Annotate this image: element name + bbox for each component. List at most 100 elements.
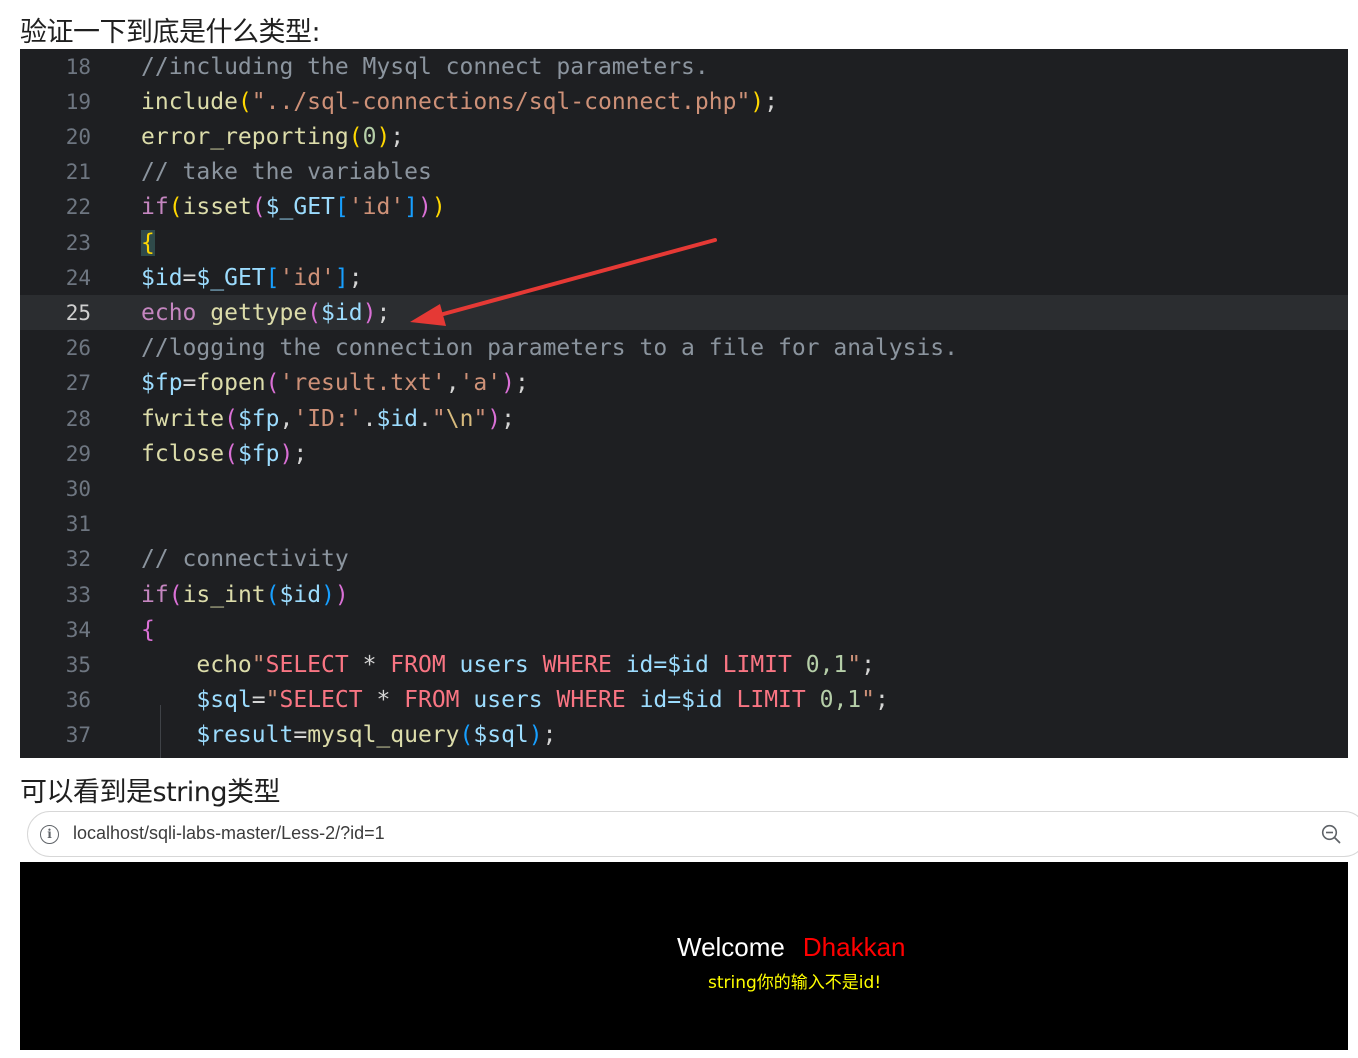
line-number: 26 [65, 336, 91, 361]
line-number: 21 [65, 160, 91, 185]
welcome-name: Dhakkan [802, 932, 906, 962]
code-token: = [293, 722, 308, 749]
code-token: " [265, 687, 280, 714]
line-code: if(isset($_GET['id'])) [141, 194, 446, 220]
code-token: , [279, 405, 294, 432]
code-line: 21 // take the variables [20, 155, 1348, 190]
code-line: 36 $sql="SELECT * FROM users WHERE id=$i… [20, 683, 1348, 718]
welcome-text: Welcome Dhakkan [677, 932, 906, 963]
line-number: 32 [65, 547, 91, 572]
code-token: users [459, 687, 557, 714]
code-token: FROM [390, 651, 446, 678]
code-token: 'result.txt' [279, 370, 446, 397]
line-number: 35 [65, 652, 91, 677]
code-token: $id [376, 405, 419, 432]
code-token: \n [445, 405, 474, 432]
welcome-word: Welcome [677, 932, 785, 962]
code-token: 0,1 [791, 651, 848, 678]
code-line: 22 if(isset($_GET['id'])) [20, 190, 1348, 225]
code-line: 24 $id=$_GET['id']; [20, 260, 1348, 295]
code-token: LIMIT [736, 687, 806, 714]
code-token: " [847, 651, 862, 678]
code-token: // take the variables [141, 159, 432, 186]
code-token: LIMIT [722, 651, 792, 678]
code-token: include [141, 88, 238, 115]
line-code: include("../sql-connections/sql-connect.… [141, 89, 778, 115]
line-code: //including the Mysql connect parameters… [141, 54, 709, 80]
code-token: $_GET [196, 264, 266, 291]
rendered-page: Welcome Dhakkan string你的输入不是id! [20, 862, 1348, 1050]
code-token: 'ID:' [293, 405, 363, 432]
code-token: " [861, 687, 875, 714]
code-line: 27 $fp=fopen('result.txt','a'); [20, 366, 1348, 401]
code-token: WHERE [556, 687, 626, 714]
code-token: ) [362, 299, 377, 326]
code-token: ( [251, 194, 266, 221]
line-code: { [141, 617, 155, 643]
code-token: ( [168, 581, 183, 608]
code-token: FROM [404, 687, 460, 714]
code-token: error_reporting [141, 123, 349, 150]
code-token: $_GET [265, 194, 335, 221]
code-token: if [141, 581, 169, 608]
code-token: ( [237, 88, 252, 115]
zoom-out-icon[interactable] [1321, 824, 1341, 844]
code-token: . [418, 405, 432, 432]
code-token: //logging the connection parameters to a… [141, 335, 958, 362]
code-token: { [141, 616, 155, 643]
code-token: = [182, 264, 197, 291]
code-token: ( [265, 581, 280, 608]
info-icon[interactable]: i [40, 825, 59, 844]
code-line: 19 include("../sql-connections/sql-connec… [20, 84, 1348, 119]
line-number: 24 [65, 265, 91, 290]
code-token: ) [487, 405, 502, 432]
code-token: . [362, 405, 377, 432]
code-token: ] [404, 194, 419, 221]
result-message: string你的输入不是id! [708, 973, 882, 993]
code-token: ) [418, 194, 432, 221]
line-number: 31 [65, 512, 91, 537]
code-token: mysql_query [307, 722, 460, 749]
line-number: 33 [65, 582, 91, 607]
code-token: ; [390, 123, 405, 150]
code-line: 32 // connectivity [20, 542, 1348, 577]
code-token: 'id' [348, 194, 405, 221]
code-token: " [251, 651, 266, 678]
code-line: 28 fwrite($fp,'ID:'.$id."\n"); [20, 401, 1348, 436]
code-token: ( [348, 123, 363, 150]
line-number: 36 [65, 688, 91, 713]
code-token: ) [528, 722, 543, 749]
line-number: 25 [65, 300, 91, 325]
line-code: echo gettype($id); [141, 300, 390, 326]
line-code: $result=mysql_query($sql); [141, 722, 556, 748]
code-token: ; [348, 264, 363, 291]
code-token: * [362, 687, 405, 714]
code-editor-screenshot: 18 //including the Mysql connect paramete… [20, 49, 1348, 758]
line-code: fwrite($fp,'ID:'.$id."\n"); [141, 406, 515, 432]
code-token: echo [141, 651, 252, 678]
code-token: [ [265, 264, 280, 291]
line-number: 23 [65, 230, 91, 255]
code-token: 'a' [459, 370, 502, 397]
address-url[interactable]: localhost/sqli-labs-master/Less-2/?id=1 [73, 823, 385, 844]
code-token: ) [376, 123, 391, 150]
line-code: echo"SELECT * FROM users WHERE id=$id LI… [141, 652, 875, 678]
code-token: // connectivity [141, 546, 349, 573]
code-token: ; [764, 88, 779, 115]
browser-address-bar[interactable]: i localhost/sqli-labs-master/Less-2/?id=… [27, 811, 1358, 857]
code-token: "../sql-connections/sql-connect.php" [251, 88, 751, 115]
code-token: fclose [141, 440, 225, 467]
code-token: ; [376, 299, 391, 326]
code-token: SELECT [265, 651, 349, 678]
code-token: gettype [210, 299, 308, 326]
code-token: fopen [196, 370, 266, 397]
code-token: $sql [473, 722, 529, 749]
line-number: 18 [65, 54, 91, 79]
code-token: ; [861, 651, 875, 678]
code-token: //including the Mysql connect parameters… [141, 53, 709, 80]
line-number: 28 [65, 406, 91, 431]
middle-heading: 可以看到是string类型 [20, 777, 281, 808]
code-line: 34 { [20, 612, 1348, 647]
line-number: 19 [65, 89, 91, 114]
code-line: 20 error_reporting(0); [20, 119, 1348, 154]
